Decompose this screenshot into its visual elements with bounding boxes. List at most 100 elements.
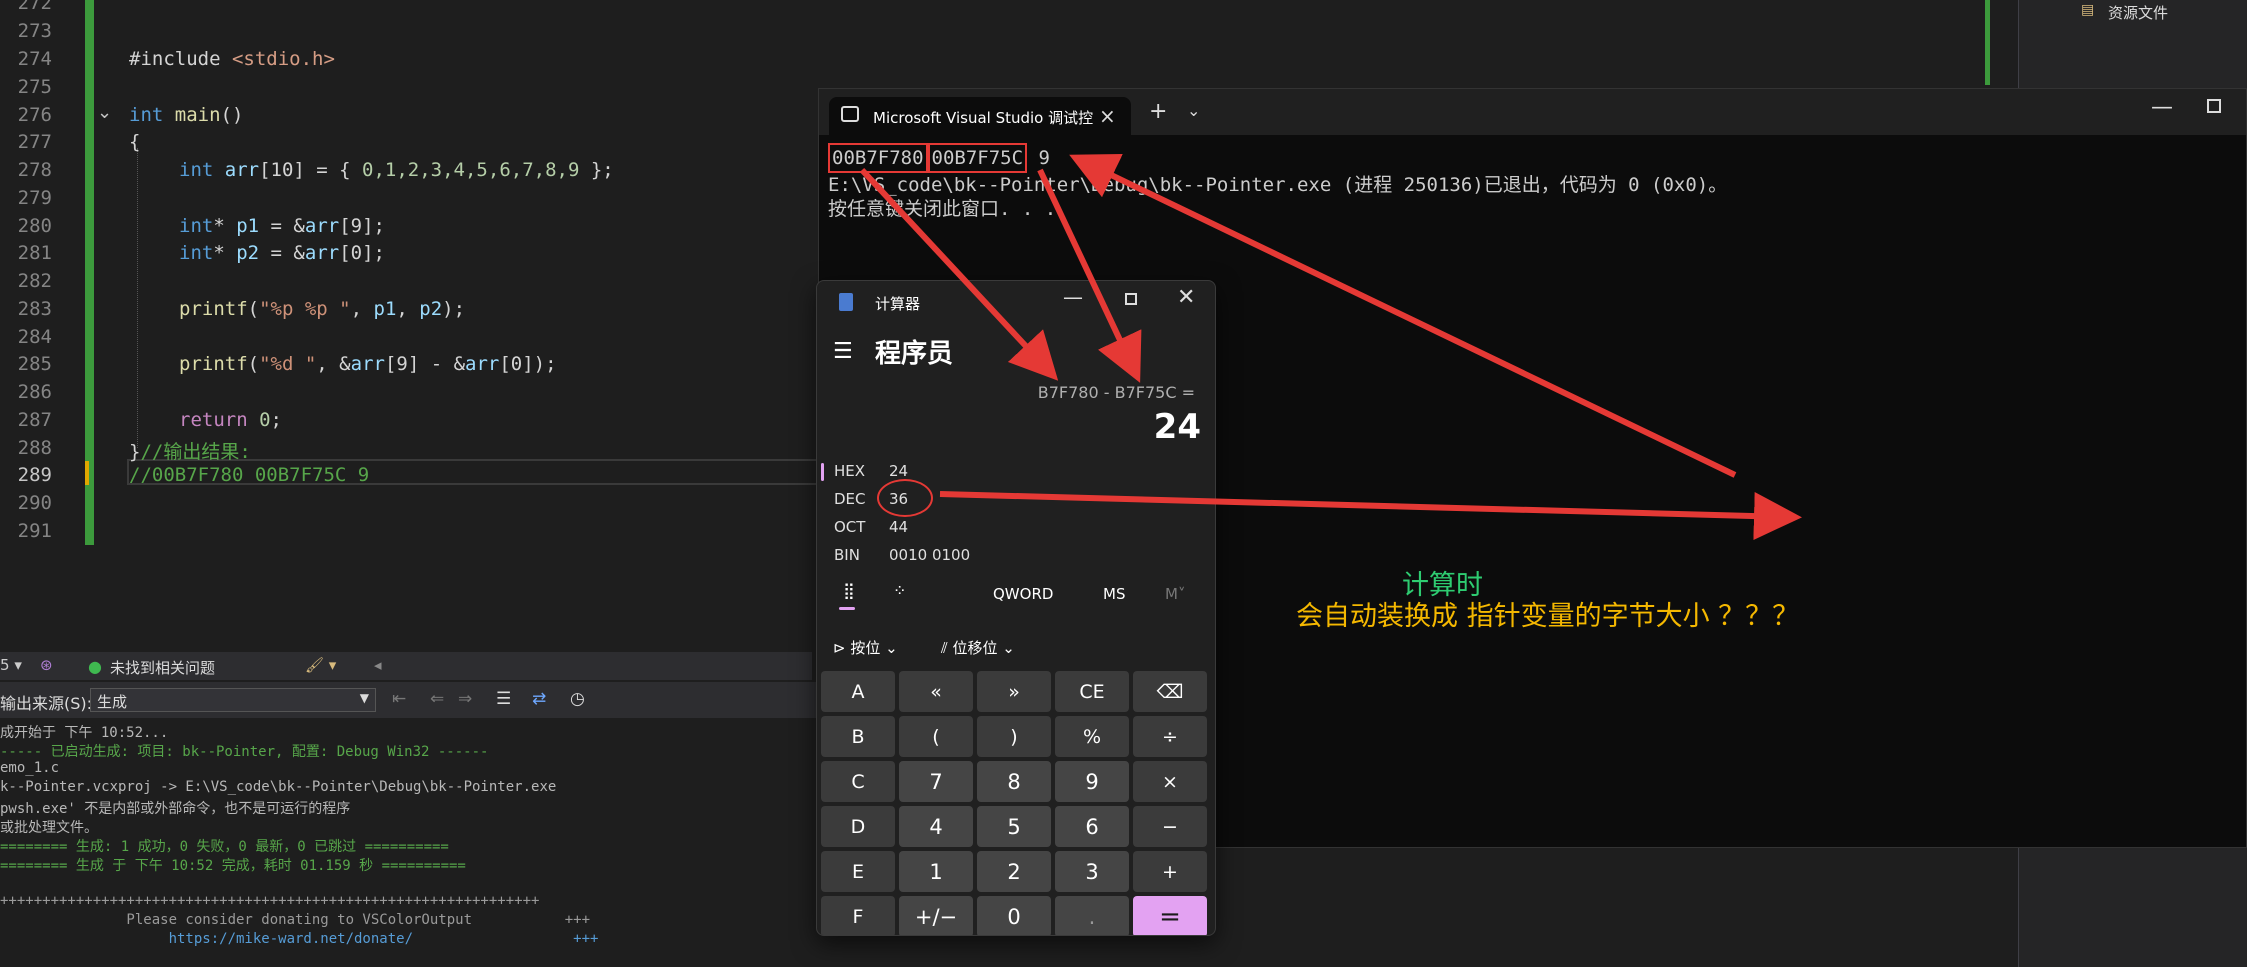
- clear-all-icon[interactable]: ☰: [496, 689, 511, 709]
- calculator-window[interactable]: 计算器 — ✕ ☰ 程序员 B7F780 - B7F75C = 24 HEX 24…: [816, 280, 1216, 936]
- key-5[interactable]: 5: [977, 806, 1051, 847]
- next-message-icon[interactable]: ⇒: [458, 689, 472, 709]
- key-b[interactable]: B: [821, 716, 895, 757]
- key-modulo[interactable]: %: [1055, 716, 1129, 757]
- key-2[interactable]: 2: [977, 851, 1051, 892]
- brush-icon[interactable]: 🖌 ▾: [305, 656, 336, 674]
- code-line[interactable]: }//输出结果:: [129, 437, 251, 464]
- key-shift-left[interactable]: «: [899, 671, 973, 712]
- close-icon[interactable]: ×: [1099, 104, 1116, 128]
- console-exit-line: E:\VS_code\bk--Pointer\Debug\bk--Pointer…: [828, 174, 1728, 196]
- output-line: ++++++++++++++++++++++++++++++++++++++++…: [0, 893, 540, 909]
- key-4[interactable]: 4: [899, 806, 973, 847]
- chevron-down-icon[interactable]: ⌄: [1187, 101, 1200, 120]
- memory-dropdown-button[interactable]: M˅: [1165, 585, 1185, 603]
- key-open-paren[interactable]: (: [899, 716, 973, 757]
- bitshift-dropdown[interactable]: ⫽ 位移位 ⌄: [941, 637, 1015, 658]
- goto-icon[interactable]: ⇤: [392, 689, 406, 709]
- key-a[interactable]: A: [821, 671, 895, 712]
- key-c[interactable]: C: [821, 761, 895, 802]
- key-6[interactable]: 6: [1055, 806, 1129, 847]
- code-line[interactable]: int main(): [129, 104, 243, 126]
- maximize-icon[interactable]: [2207, 99, 2221, 113]
- key-0[interactable]: 0: [977, 896, 1051, 935]
- close-icon[interactable]: ✕: [1177, 285, 1195, 310]
- radix-row-oct[interactable]: OCT 44: [817, 513, 1215, 541]
- radix-row-bin[interactable]: BIN 0010 0100: [817, 541, 1215, 569]
- code-line[interactable]: //00B7F780 00B7F75C 9: [129, 464, 369, 486]
- zoom-dropdown[interactable]: 5 ▾: [0, 656, 22, 674]
- bitwise-icon: ⊳: [833, 639, 846, 657]
- editor-status-bar: 5 ▾ ⊛ ● 未找到相关问题 🖌 ▾ ◂: [0, 652, 812, 680]
- radix-value: 24: [889, 462, 909, 480]
- key-add[interactable]: +: [1133, 851, 1207, 892]
- code-line[interactable]: {: [129, 131, 140, 153]
- code-line[interactable]: #include <stdio.h>: [129, 48, 335, 70]
- issues-status[interactable]: 未找到相关问题: [110, 657, 215, 678]
- address-highlight-1: 00B7F780: [828, 143, 928, 173]
- output-line: Please consider donating to VSColorOutpu…: [0, 912, 591, 928]
- fold-chevron-icon[interactable]: ⌄: [97, 102, 112, 123]
- output-toolbar: 输出来源(S): 生成 ▼ ⇤ ⇐ ⇒ ☰ ⇄ ◷: [0, 682, 822, 718]
- key-8[interactable]: 8: [977, 761, 1051, 802]
- radix-row-hex[interactable]: HEX 24: [817, 457, 1215, 485]
- code-line[interactable]: int* p1 = &arr[9];: [179, 215, 385, 237]
- calculator-tabs: ⣿ ⁘ QWORD MS M˅: [817, 577, 1215, 613]
- line-number: 289: [17, 464, 52, 486]
- word-wrap-icon[interactable]: ⇄: [532, 689, 546, 709]
- key-close-paren[interactable]: ): [977, 716, 1051, 757]
- minimize-icon[interactable]: —: [1063, 285, 1083, 309]
- scroll-left-icon[interactable]: ◂: [374, 656, 382, 674]
- clock-icon[interactable]: ◷: [570, 689, 585, 709]
- output-source-label: 输出来源(S):: [0, 694, 93, 713]
- key-decimal[interactable]: .: [1055, 896, 1129, 935]
- key-f[interactable]: F: [821, 896, 895, 935]
- copilot-icon[interactable]: ⊛: [40, 656, 53, 674]
- bit-toggle-icon[interactable]: ⁘: [893, 581, 906, 600]
- key-d[interactable]: D: [821, 806, 895, 847]
- key-clear-entry[interactable]: CE: [1055, 671, 1129, 712]
- minimize-icon[interactable]: —: [2151, 95, 2173, 120]
- explorer-item-resources[interactable]: 资源文件: [2108, 2, 2168, 23]
- output-source-select[interactable]: 生成 ▼: [90, 688, 376, 712]
- code-line[interactable]: printf("%d ", &arr[9] - &arr[0]);: [179, 353, 557, 375]
- terminal-icon: [841, 106, 859, 122]
- console-tab[interactable]: Microsoft Visual Studio 调试控 ×: [829, 97, 1131, 135]
- console-tab-title: Microsoft Visual Studio 调试控: [873, 109, 1094, 127]
- key-negate[interactable]: +/−: [899, 896, 973, 935]
- code-line[interactable]: int arr[10] = { 0,1,2,3,4,5,6,7,8,9 };: [179, 159, 614, 181]
- key-shift-right[interactable]: »: [977, 671, 1051, 712]
- code-line[interactable]: int* p2 = &arr[0];: [179, 242, 385, 264]
- bitwise-label: 按位: [850, 639, 881, 657]
- key-7[interactable]: 7: [899, 761, 973, 802]
- prev-message-icon[interactable]: ⇐: [430, 689, 444, 709]
- code-line[interactable]: return 0;: [179, 409, 282, 431]
- output-panel: 输出来源(S): 生成 ▼ ⇤ ⇐ ⇒ ☰ ⇄ ◷ 成开始于 下午 10:52.…: [0, 682, 822, 967]
- edit-marker: [85, 461, 89, 485]
- key-divide[interactable]: ÷: [1133, 716, 1207, 757]
- line-number: 272: [17, 0, 52, 14]
- key-9[interactable]: 9: [1055, 761, 1129, 802]
- output-line: https://mike-ward.net/donate/ +++: [0, 931, 599, 947]
- key-1[interactable]: 1: [899, 851, 973, 892]
- word-size-button[interactable]: QWORD: [993, 585, 1053, 603]
- key-subtract[interactable]: −: [1133, 806, 1207, 847]
- line-number: 275: [17, 76, 52, 98]
- key-3[interactable]: 3: [1055, 851, 1129, 892]
- hamburger-menu-icon[interactable]: ☰: [833, 339, 853, 364]
- new-tab-plus-icon[interactable]: +: [1149, 99, 1167, 124]
- memory-store-button[interactable]: MS: [1103, 585, 1125, 603]
- key-backspace[interactable]: ⌫: [1133, 671, 1207, 712]
- key-multiply[interactable]: ×: [1133, 761, 1207, 802]
- keypad-grid-icon[interactable]: ⣿: [843, 581, 855, 600]
- bitshift-icon: ⫽: [941, 639, 948, 657]
- calculator-title: 计算器: [875, 295, 921, 313]
- code-line[interactable]: printf("%p %p ", p1, p2);: [179, 298, 465, 320]
- radix-value: 0010 0100: [889, 546, 971, 564]
- key-e[interactable]: E: [821, 851, 895, 892]
- maximize-icon[interactable]: [1125, 293, 1137, 305]
- line-number: 283: [17, 298, 52, 320]
- calculator-mode-title: 程序员: [875, 339, 954, 369]
- key-equals[interactable]: =: [1133, 896, 1207, 935]
- bitwise-dropdown[interactable]: ⊳ 按位 ⌄: [833, 637, 898, 658]
